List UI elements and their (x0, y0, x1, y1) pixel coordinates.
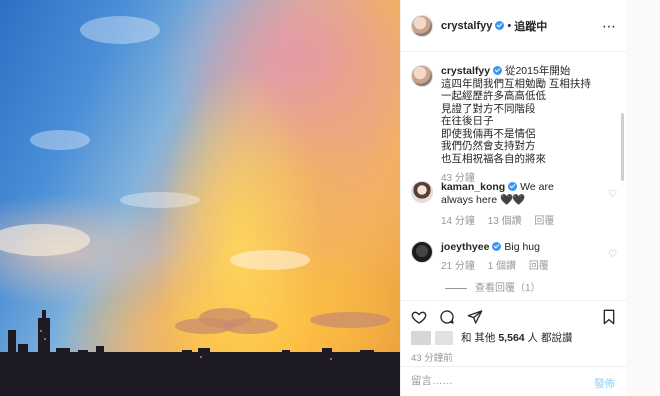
avatar[interactable] (411, 241, 433, 263)
avatar[interactable] (411, 14, 433, 37)
page-background (626, 0, 660, 396)
comment-input[interactable] (411, 375, 571, 387)
caption-line: 一起經歷許多高高低低 (441, 90, 546, 102)
caption-line: 即使我倆再不是情侶 (441, 127, 536, 140)
caption-line: 我們仍然會支持對方 (441, 140, 536, 152)
post-side-panel: crystalfyy • 追蹤中 ⋯ crystalfyy 從2015年開始 這… (400, 0, 627, 396)
comment-meta: 14 分鐘 13 個讚 回覆 (441, 215, 621, 228)
post-header: crystalfyy • 追蹤中 ⋯ (401, 0, 627, 52)
post-photo[interactable] (0, 0, 400, 396)
liker-avatar[interactable] (411, 330, 431, 345)
caption-username[interactable]: crystalfyy (441, 65, 490, 77)
caption: crystalfyy 從2015年開始 這四年間我們互相勉勵 互相扶持 一起經歷… (411, 65, 591, 186)
following-button[interactable]: 追蹤中 (514, 18, 547, 34)
caption-line: 也互相祝福各自的將來 (441, 152, 546, 165)
verified-badge-icon (495, 21, 505, 30)
share-icon[interactable] (467, 309, 483, 325)
action-bar (401, 300, 627, 330)
bookmark-icon[interactable] (601, 309, 617, 325)
comment-time[interactable]: 14 分鐘 (441, 216, 475, 227)
view-replies-label: 查看回覆（1） (475, 283, 541, 294)
scrollbar[interactable] (621, 113, 624, 181)
post-timestamp[interactable]: 43 分鐘前 (411, 350, 453, 364)
comment-username[interactable]: joeythyee (441, 241, 489, 253)
comment-icon[interactable] (439, 309, 455, 325)
comments-list[interactable]: crystalfyy 從2015年開始 這四年間我們互相勉勵 互相扶持 一起經歷… (401, 53, 627, 299)
caption-line: 在往後日子 (441, 115, 494, 127)
comment-text: always here (441, 194, 498, 206)
add-comment-bar: 發佈 (401, 366, 627, 396)
verified-badge-icon (493, 66, 503, 75)
caption-line: 這四年間我們互相勉勵 互相扶持 (441, 77, 591, 90)
comment-item: kaman_kong We are always here 🖤🖤 14 分鐘 1… (411, 181, 621, 228)
comment-meta: 21 分鐘 1 個讚 回覆 (441, 260, 621, 273)
reply-button[interactable]: 回覆 (529, 261, 549, 272)
avatar[interactable] (411, 65, 433, 87)
author-username[interactable]: crystalfyy (441, 20, 492, 32)
comment-username[interactable]: kaman_kong (441, 181, 505, 193)
black-heart-emoji: 🖤🖤 (499, 194, 525, 206)
caption-line: 見證了對方不同階段 (441, 102, 536, 115)
separator-dot: • (507, 19, 512, 32)
comment-text: We are (520, 181, 554, 193)
heart-icon[interactable] (411, 309, 427, 325)
likes-count[interactable]: 5,564 (498, 332, 524, 344)
comment-text: Big hug (504, 241, 540, 253)
likes-prefix: 和 其他 (461, 332, 496, 344)
likes-suffix: 人 都說讚 (527, 332, 573, 344)
sunset-skyline (0, 16, 400, 396)
liker-avatar[interactable] (435, 330, 453, 345)
post-comment-button[interactable]: 發佈 (594, 376, 615, 391)
comment-time[interactable]: 21 分鐘 (441, 261, 475, 272)
caption-line: 從2015年開始 (504, 65, 571, 77)
comment-item: joeythyee Big hug 21 分鐘 1 個讚 回覆 ♡ (411, 241, 621, 273)
likes-summary: 和 其他 5,564 人 都說讚 (411, 330, 572, 345)
like-comment-heart-icon[interactable]: ♡ (608, 189, 617, 200)
reply-button[interactable]: 回覆 (534, 216, 554, 227)
avatar[interactable] (411, 181, 433, 203)
replies-dash (445, 287, 467, 289)
view-replies-link[interactable]: 查看回覆（1） (445, 279, 541, 294)
like-comment-heart-icon[interactable]: ♡ (608, 249, 617, 260)
comment-likes[interactable]: 13 個讚 (488, 216, 522, 227)
verified-badge-icon (508, 182, 518, 191)
verified-badge-icon (492, 242, 502, 251)
more-options-icon[interactable]: ⋯ (602, 18, 617, 35)
comment-likes[interactable]: 1 個讚 (488, 261, 516, 272)
